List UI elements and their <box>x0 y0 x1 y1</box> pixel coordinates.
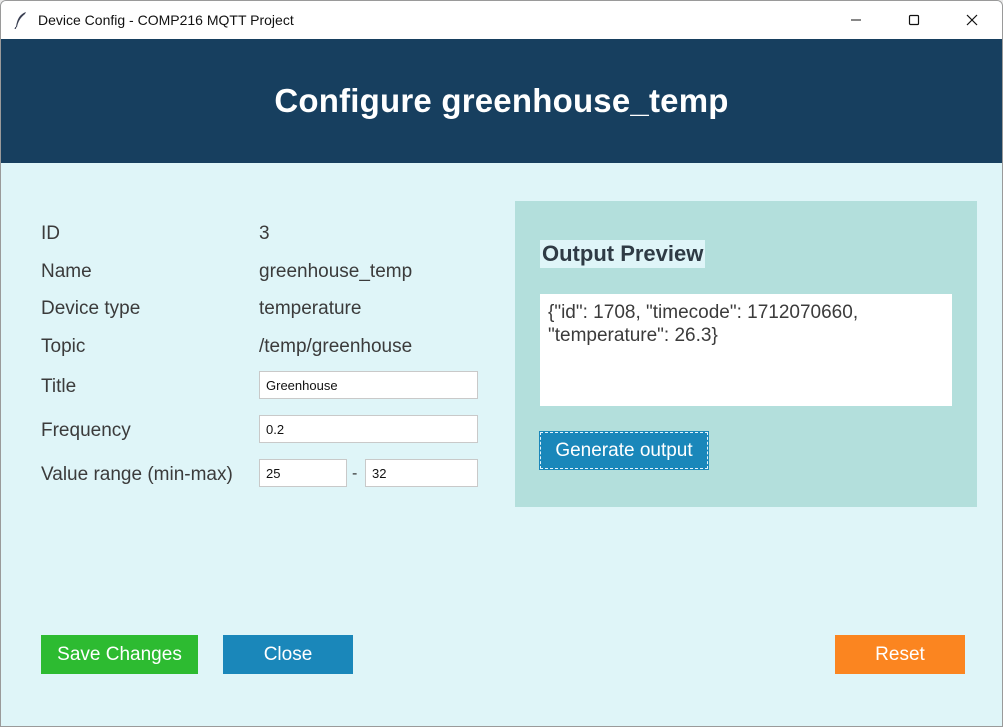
topic-value: /temp/greenhouse <box>259 336 413 357</box>
range-max-input[interactable] <box>365 459 478 487</box>
name-value: greenhouse_temp <box>259 261 413 282</box>
save-changes-button[interactable]: Save Changes <box>41 635 198 674</box>
close-button[interactable]: Close <box>223 635 353 674</box>
value-range-label: Value range (min-max) <box>41 464 233 485</box>
generate-output-button[interactable]: Generate output <box>539 431 709 470</box>
minimize-icon <box>851 19 861 21</box>
page-title: Configure greenhouse_temp <box>274 82 729 119</box>
frequency-input[interactable] <box>259 415 478 443</box>
reset-button[interactable]: Reset <box>835 635 965 674</box>
title-input[interactable] <box>259 371 478 399</box>
device-config-window: Device Config - COMP216 MQTT Project Con… <box>0 0 1003 727</box>
close-icon <box>966 14 978 26</box>
range-min-input[interactable] <box>259 459 347 487</box>
device-type-value: temperature <box>259 298 362 319</box>
title-label: Title <box>41 376 77 397</box>
name-label: Name <box>41 261 92 282</box>
minimize-button[interactable] <box>827 1 885 39</box>
id-value: 3 <box>259 223 270 244</box>
device-type-label: Device type <box>41 298 141 319</box>
frequency-label: Frequency <box>41 420 131 441</box>
output-preview-text[interactable]: {"id": 1708, "timecode": 1712070660, "te… <box>540 294 952 406</box>
maximize-button[interactable] <box>885 1 943 39</box>
topic-label: Topic <box>41 336 86 357</box>
maximize-icon <box>908 14 920 26</box>
id-label: ID <box>41 223 60 244</box>
window-title: Device Config - COMP216 MQTT Project <box>38 12 294 28</box>
window-close-button[interactable] <box>943 1 1001 39</box>
output-preview-title: Output Preview <box>540 240 706 268</box>
feather-icon <box>14 12 26 29</box>
title-bar: Device Config - COMP216 MQTT Project <box>1 1 1002 39</box>
range-separator: - <box>352 465 358 482</box>
config-header: Configure greenhouse_temp <box>1 39 1002 163</box>
